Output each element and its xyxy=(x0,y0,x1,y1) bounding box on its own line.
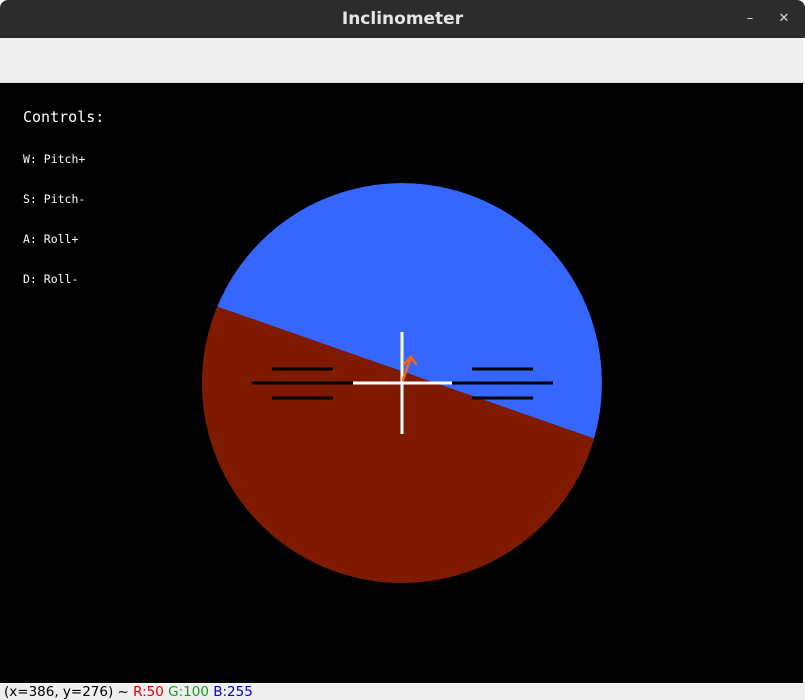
attitude-dial xyxy=(202,183,602,583)
title-bar: Inclinometer – ✕ xyxy=(0,0,805,38)
status-bar: (x=386, y=276) ~ R:50 G:100 B:255 xyxy=(0,684,805,700)
close-button[interactable]: ✕ xyxy=(772,8,796,30)
pixel-green-value: G:100 xyxy=(168,684,209,700)
minimize-button[interactable]: – xyxy=(738,8,762,30)
pixel-blue-value: B:255 xyxy=(213,684,253,700)
cursor-position: (x=386, y=276) ~ xyxy=(4,684,129,700)
toolbar xyxy=(0,38,803,83)
inclinometer-canvas[interactable]: Controls: W: Pitch+ S: Pitch- A: Roll+ D… xyxy=(0,83,803,683)
window-title: Inclinometer xyxy=(341,9,464,29)
pixel-red-value: R:50 xyxy=(133,684,164,700)
